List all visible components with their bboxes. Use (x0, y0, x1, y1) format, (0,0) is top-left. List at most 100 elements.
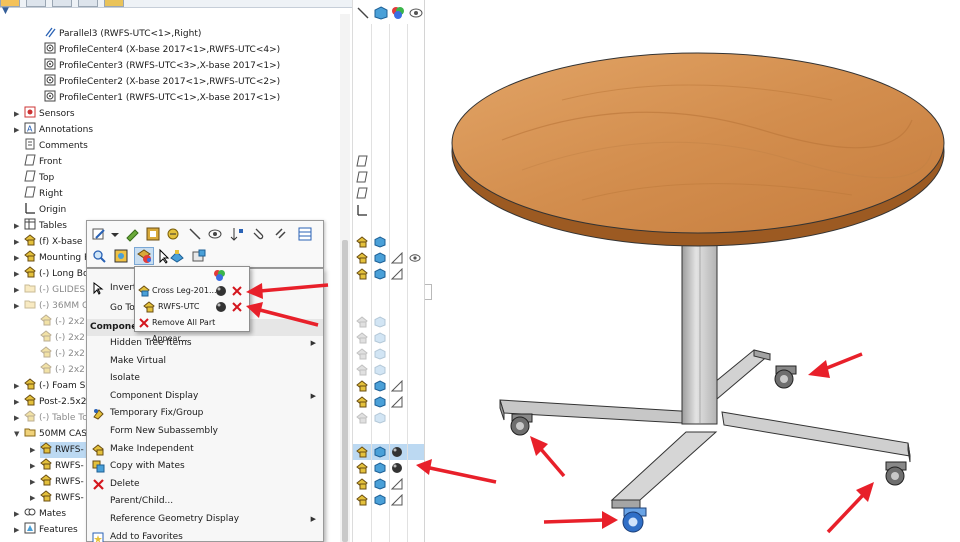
display-mode-icon[interactable] (374, 446, 386, 458)
expand-arrow-icon[interactable]: ▶ (14, 282, 19, 298)
plane-icon[interactable] (356, 187, 368, 199)
display-mode-icon[interactable] (374, 268, 386, 280)
expand-arrow-icon[interactable]: ▶ (14, 506, 19, 522)
caster-front-selected[interactable] (622, 507, 647, 533)
appearance-button[interactable] (134, 247, 154, 265)
expand-arrow-icon[interactable]: ▶ (14, 410, 19, 426)
material-sphere-icon[interactable] (215, 285, 227, 297)
suppressed-display-mode-icon[interactable] (374, 412, 386, 424)
appearance-item-rwfs-utc[interactable]: RWFS-UTC (135, 299, 249, 315)
suppressed-part-icon[interactable] (356, 364, 368, 376)
expand-arrow-icon[interactable]: ▶ (14, 266, 19, 282)
suppressed-display-mode-icon[interactable] (374, 316, 386, 328)
tree-item[interactable]: ProfileCenter3 (RWFS-UTC<3>,X-base 2017<… (44, 58, 280, 74)
tree-item[interactable]: ▶ (-) GLIDES (14, 282, 85, 298)
display-mode-icon[interactable] (374, 252, 386, 264)
display-mode-icon[interactable] (374, 494, 386, 506)
menu-item-add-to-favorites[interactable]: Add to Favorites (87, 529, 323, 542)
tree-item[interactable]: (-) 2x2 (40, 314, 85, 330)
tree-item[interactable]: Parallel3 (RWFS-UTC<1>,Right) (44, 26, 201, 42)
expand-arrow-icon[interactable]: ▶ (14, 378, 19, 394)
expand-arrow-icon[interactable]: ▶ (14, 234, 19, 250)
isolate-icon[interactable] (191, 248, 207, 264)
appearance-item-cross-leg[interactable]: Cross Leg-201... (135, 283, 249, 299)
expand-arrow-icon[interactable]: ▶ (30, 458, 35, 474)
display-mode-icon[interactable] (374, 236, 386, 248)
transparency-icon[interactable] (390, 379, 403, 392)
tree-item[interactable]: ▶ A Annotations (14, 122, 93, 138)
part-icon[interactable] (356, 478, 368, 490)
edit-assembly-icon[interactable] (145, 226, 161, 242)
link-icon[interactable] (273, 226, 289, 242)
tree-item[interactable]: ProfileCenter4 (X-base 2017<1>,RWFS-UTC<… (44, 42, 280, 58)
tree-item[interactable]: Top (24, 170, 54, 186)
menu-item-isolate[interactable]: Isolate (87, 370, 323, 387)
menu-item-make-virtual[interactable]: Make Virtual (87, 353, 323, 370)
tree-item[interactable]: (-) 2x2 (40, 362, 85, 378)
material-sphere-icon[interactable] (215, 301, 227, 313)
display-mode-icon[interactable] (374, 478, 386, 490)
tree-item[interactable]: ▶ (-) 36MM C (14, 298, 88, 314)
menu-item-copy-with-mates[interactable]: Copy with Mates (87, 458, 323, 475)
display-mode-column-icon[interactable] (374, 6, 388, 20)
configuration-manager-tab[interactable] (52, 0, 72, 7)
transparency-icon[interactable] (390, 493, 403, 506)
menu-item-reference-geometry-display[interactable]: Reference Geometry Display ▶ (87, 511, 323, 528)
appearance-item-remove-all[interactable]: Remove All Part Appear... (135, 315, 249, 343)
display-mode-icon[interactable] (374, 380, 386, 392)
material-sphere-icon[interactable] (391, 446, 403, 458)
suppressed-display-mode-icon[interactable] (374, 332, 386, 344)
expand-arrow-icon[interactable]: ▶ (14, 122, 19, 138)
origin-icon[interactable] (356, 204, 368, 216)
display-manager-tab[interactable] (104, 0, 124, 7)
suppressed-part-icon[interactable] (356, 412, 368, 424)
expand-arrow-icon[interactable]: ▶ (30, 490, 35, 506)
center-post[interactable] (681, 243, 718, 425)
properties-table-icon[interactable] (297, 226, 313, 242)
transparency-column-icon[interactable] (409, 6, 423, 20)
appearance-column-icon[interactable] (391, 6, 405, 20)
tree-item[interactable]: Right (24, 186, 63, 202)
tree-item[interactable]: ▶ Sensors (14, 106, 75, 122)
sort-icon[interactable] (229, 226, 245, 242)
expand-arrow-icon[interactable]: ▶ (14, 522, 19, 538)
expand-arrow-icon[interactable]: ▶ (14, 218, 19, 234)
menu-item-temporary-fix-group[interactable]: Temporary Fix/Group (87, 405, 323, 422)
tree-item[interactable]: (-) 2x2 (40, 330, 85, 346)
change-transparency-icon[interactable] (207, 226, 223, 242)
tree-item[interactable]: ▶ RWFS- (30, 474, 84, 490)
tree-item[interactable]: ▶ (f) X-base 2 (14, 234, 91, 250)
tree-item[interactable]: Comments (24, 138, 88, 154)
menu-item-component-display[interactable]: Component Display ▶ (87, 388, 323, 405)
tree-scroll-thumb[interactable] (342, 240, 348, 542)
caster-back-right[interactable] (774, 365, 797, 389)
part-icon[interactable] (356, 446, 368, 458)
menu-item-delete[interactable]: Delete (87, 476, 323, 493)
transparency-icon[interactable] (390, 251, 403, 264)
part-icon[interactable] (356, 236, 368, 248)
remove-appearance-icon[interactable] (231, 285, 243, 297)
expand-arrow-icon[interactable]: ▶ (14, 250, 19, 266)
plane-icon[interactable] (356, 171, 368, 183)
suppressed-part-icon[interactable] (356, 348, 368, 360)
expand-arrow-icon[interactable]: ▶ (30, 474, 35, 490)
expand-arrow-icon[interactable]: ▶ (30, 442, 35, 458)
tree-item[interactable]: ▼ 50MM CAS (14, 426, 87, 442)
graphics-area[interactable] (432, 0, 960, 542)
tree-item[interactable]: ▶ RWFS- (30, 490, 84, 506)
part-icon[interactable] (356, 396, 368, 408)
expand-arrow-icon[interactable]: ▶ (14, 106, 19, 122)
collapse-arrow-icon[interactable]: ▼ (14, 426, 19, 442)
suppressed-part-icon[interactable] (356, 332, 368, 344)
tree-item[interactable]: ▶ (-) Foam Sp (14, 378, 91, 394)
suppressed-part-icon[interactable] (356, 316, 368, 328)
tree-item[interactable]: ▶ Post-2.5x2.5 (14, 394, 95, 410)
suppressed-display-mode-icon[interactable] (374, 348, 386, 360)
zoom-to-selection-icon[interactable] (91, 248, 107, 264)
tree-item[interactable]: Origin (24, 202, 66, 218)
property-manager-tab[interactable] (26, 0, 46, 7)
plane-icon[interactable] (356, 155, 368, 167)
tree-item[interactable]: ▶ RWFS- (30, 442, 88, 458)
view-orientation-icon[interactable] (113, 248, 129, 264)
display-mode-icon[interactable] (374, 396, 386, 408)
